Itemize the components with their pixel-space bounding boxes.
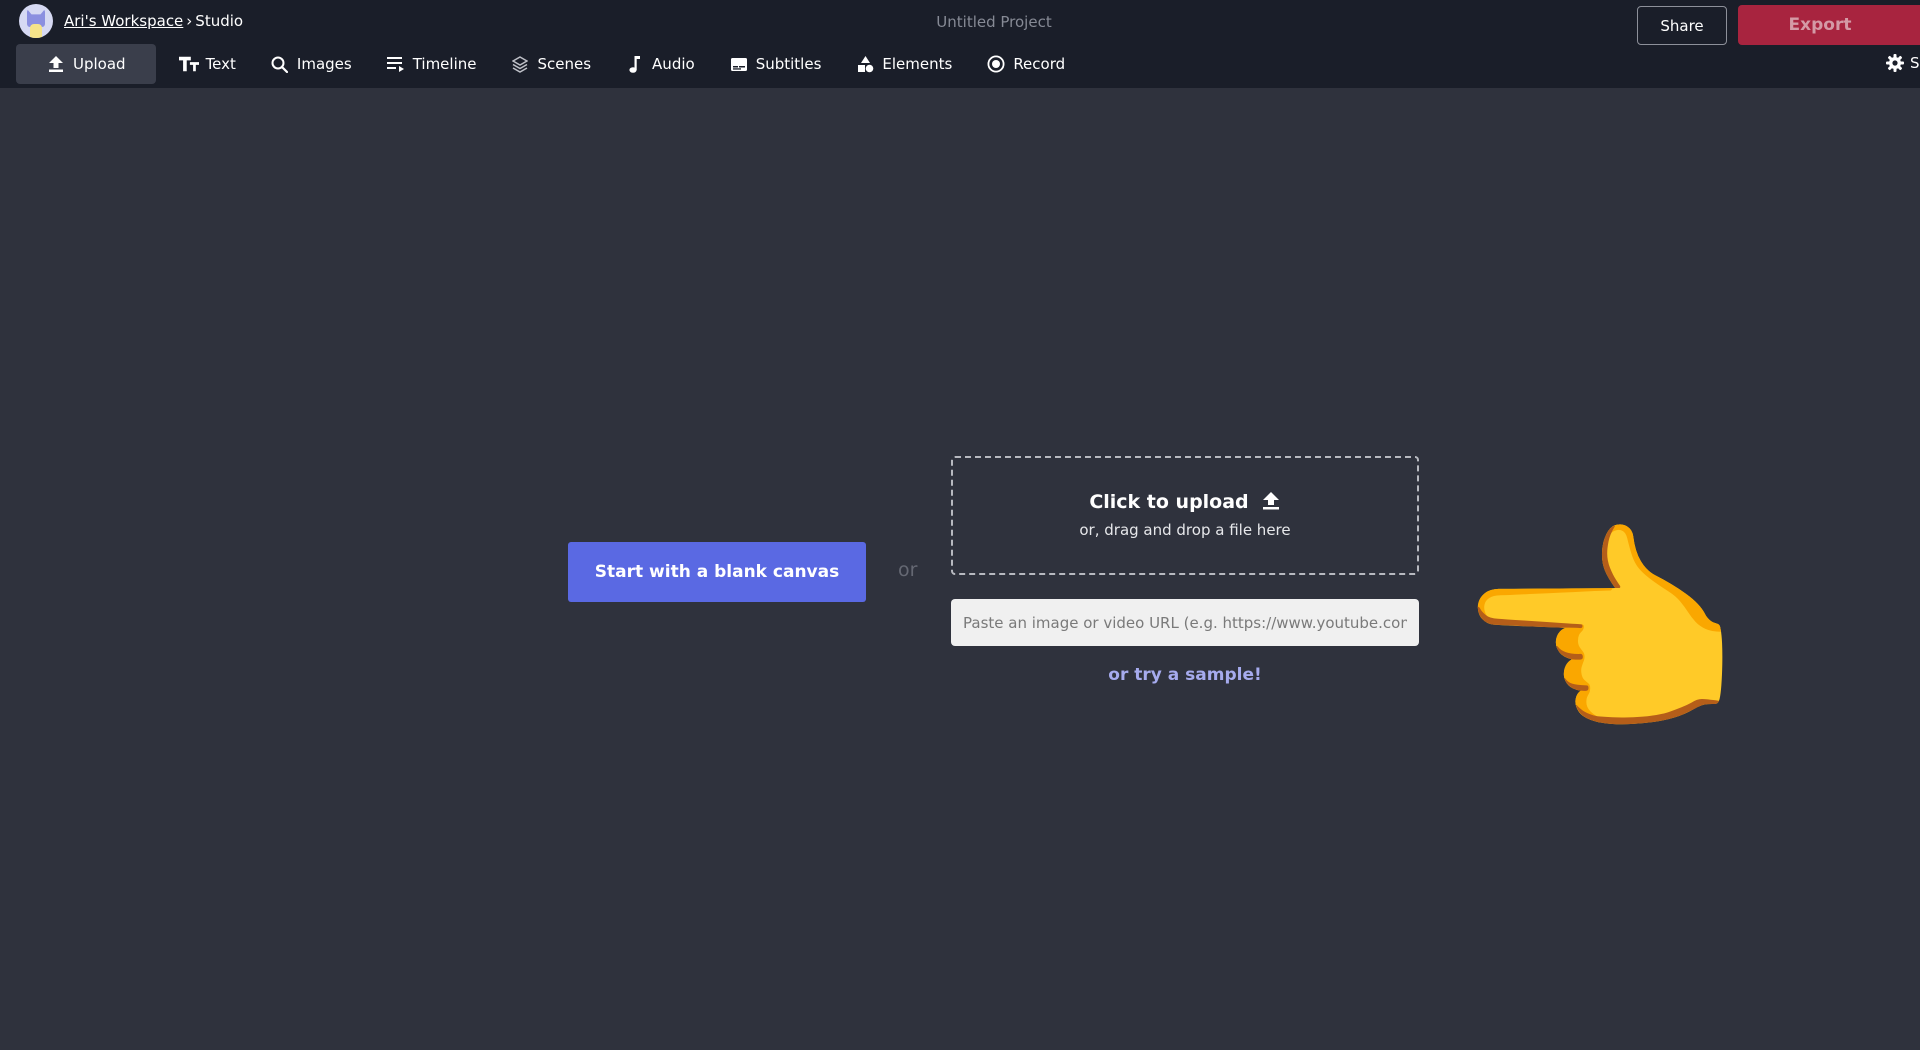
- dropzone-subtitle: or, drag and drop a file here: [1079, 520, 1291, 539]
- nav-tab-label: Timeline: [412, 55, 477, 73]
- project-title[interactable]: Untitled Project: [0, 13, 1920, 31]
- record-icon: [986, 55, 1006, 73]
- gear-icon: [1886, 54, 1904, 72]
- nav-tab-timeline[interactable]: Timeline: [369, 44, 494, 84]
- nav-tab-label: Upload: [73, 55, 126, 73]
- pointing-hand-emoji: 👈: [1452, 501, 1741, 771]
- share-button[interactable]: Share: [1637, 6, 1727, 45]
- or-separator: or: [898, 559, 918, 581]
- try-sample-link[interactable]: or try a sample!: [951, 665, 1419, 685]
- nav-tab-label: Elements: [882, 55, 953, 73]
- settings-label: S: [1910, 54, 1920, 72]
- dropzone-title: Click to upload: [1089, 491, 1280, 513]
- nav-tab-label: Record: [1013, 55, 1066, 73]
- upload-icon: [1262, 491, 1281, 512]
- top-header: Ari's Workspace › Studio Untitled Project …: [0, 0, 1920, 88]
- nav-tab-elements[interactable]: Elements: [838, 44, 969, 84]
- blank-canvas-button[interactable]: Start with a blank canvas: [568, 542, 866, 602]
- nav-tab-audio[interactable]: Audio: [608, 44, 712, 84]
- upload-icon: [46, 55, 66, 73]
- music-note-icon: [625, 55, 645, 73]
- shapes-icon: [855, 55, 875, 73]
- nav-tab-upload[interactable]: Upload: [16, 44, 156, 84]
- timeline-icon: [386, 55, 406, 73]
- nav-tab-scenes[interactable]: Scenes: [493, 44, 608, 84]
- nav-tab-text[interactable]: Text: [162, 44, 253, 84]
- subtitles-icon: [729, 55, 749, 73]
- nav-tab-subtitles[interactable]: Subtitles: [712, 44, 839, 84]
- nav-tab-label: Text: [205, 55, 236, 73]
- settings-button[interactable]: S: [1886, 54, 1920, 72]
- search-icon: [270, 55, 290, 73]
- nav-tab-label: Subtitles: [755, 55, 822, 73]
- layers-icon: [510, 55, 530, 73]
- upload-dropzone[interactable]: Click to upload or, drag and drop a file…: [951, 456, 1419, 575]
- export-button[interactable]: Export: [1738, 5, 1920, 45]
- nav-tab-record[interactable]: Record: [969, 44, 1082, 84]
- nav-tab-label: Audio: [652, 55, 695, 73]
- nav-tab-images[interactable]: Images: [253, 44, 369, 84]
- url-input[interactable]: [951, 599, 1419, 646]
- text-size-icon: [178, 55, 199, 73]
- main-nav: Upload Text Images Timeline Scenes Audio…: [16, 44, 1082, 84]
- nav-tab-label: Scenes: [537, 55, 592, 73]
- nav-tab-label: Images: [296, 55, 352, 73]
- dropzone-title-text: Click to upload: [1089, 490, 1249, 513]
